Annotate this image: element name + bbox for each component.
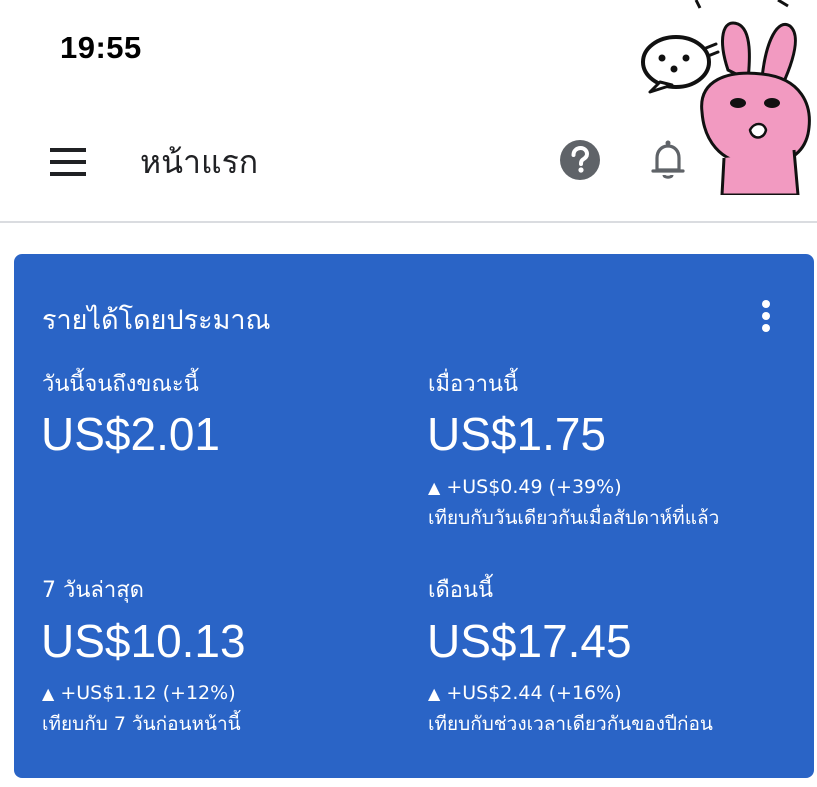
hamburger-menu-icon xyxy=(50,148,86,176)
app-bar: หน้าแรก xyxy=(0,110,817,222)
card-title: รายได้โดยประมาณ xyxy=(42,305,271,336)
metric-change-value: +US$2.44 (+16%) xyxy=(446,682,622,704)
metric-comparison: เทียบกับ 7 วันก่อนหน้านี้ xyxy=(42,713,241,735)
notifications-button[interactable] xyxy=(648,138,688,182)
metric-change: ▲ +US$0.49 (+39%) xyxy=(428,476,622,498)
page-title: หน้าแรก xyxy=(140,143,259,181)
estimated-earnings-card: รายได้โดยประมาณ วันนี้จนถึงขณะนี้ US$2.0… xyxy=(14,254,814,778)
metric-change: ▲ +US$2.44 (+16%) xyxy=(428,682,622,704)
metric-change-value: +US$1.12 (+12%) xyxy=(60,682,236,704)
trend-up-icon: ▲ xyxy=(428,684,441,703)
app-bar-divider xyxy=(0,221,817,223)
metric-label: 7 วันล่าสุด xyxy=(42,578,144,603)
more-options-button[interactable] xyxy=(752,296,780,336)
metric-value: US$17.45 xyxy=(427,615,632,667)
metric-comparison: เทียบกับช่วงเวลาเดียวกันของปีก่อน xyxy=(428,713,713,735)
metric-change: ▲ +US$1.12 (+12%) xyxy=(42,682,236,704)
trend-up-icon: ▲ xyxy=(428,478,441,497)
menu-button[interactable] xyxy=(44,142,92,182)
more-vert-icon xyxy=(762,300,770,332)
metric-value: US$2.01 xyxy=(41,408,221,460)
status-bar-time: 19:55 xyxy=(60,30,142,65)
metric-label: วันนี้จนถึงขณะนี้ xyxy=(42,372,199,397)
metric-comparison: เทียบกับวันเดียวกันเมื่อสัปดาห์ที่แล้ว xyxy=(428,507,720,529)
help-button[interactable] xyxy=(558,138,602,182)
metric-label: เมื่อวานนี้ xyxy=(428,372,519,397)
metric-label: เดือนนี้ xyxy=(428,578,494,603)
metric-value: US$10.13 xyxy=(41,615,246,667)
metric-change-value: +US$0.49 (+39%) xyxy=(446,476,622,498)
help-circle-icon xyxy=(560,140,600,180)
bell-icon xyxy=(651,140,685,179)
trend-up-icon: ▲ xyxy=(42,684,55,703)
metric-value: US$1.75 xyxy=(427,408,607,460)
